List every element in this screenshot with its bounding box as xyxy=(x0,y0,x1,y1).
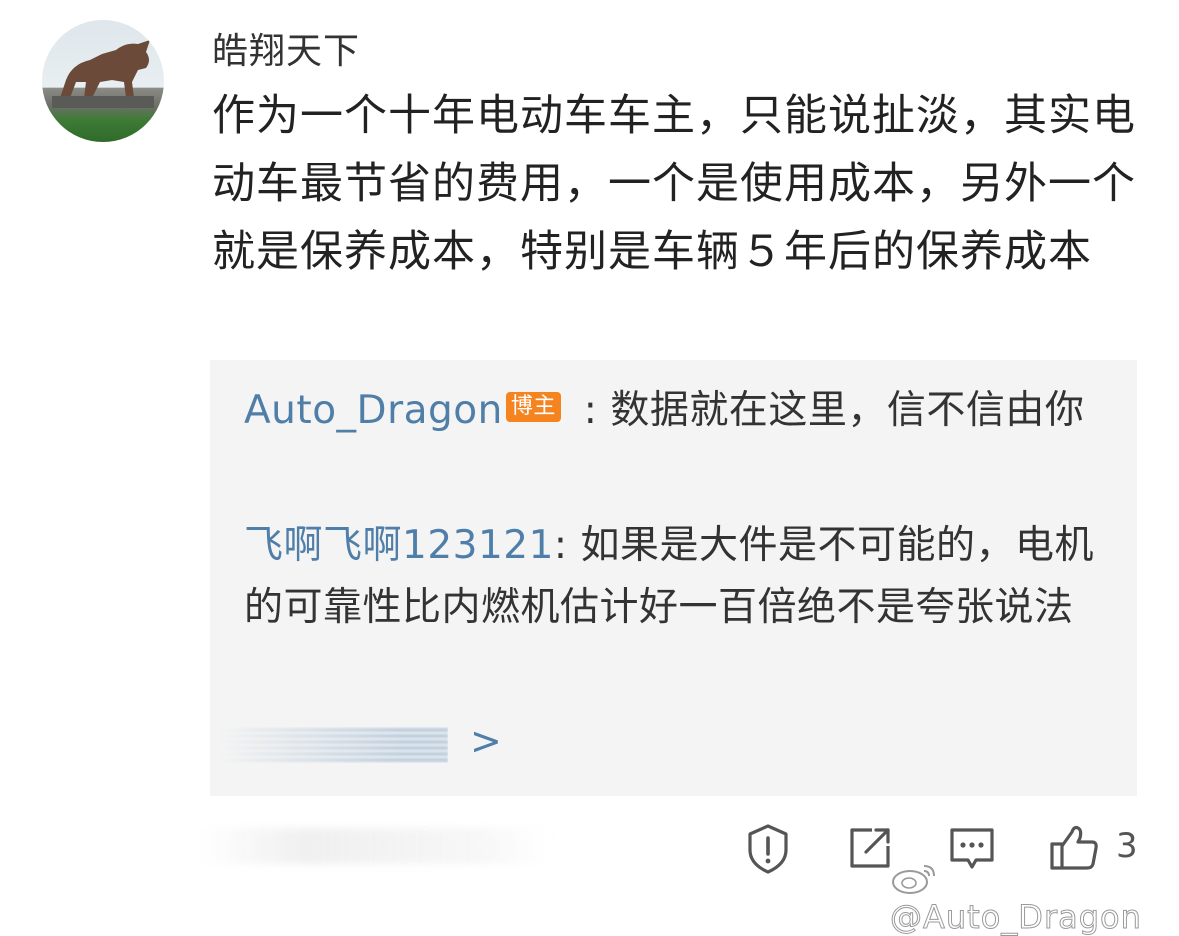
report-icon xyxy=(748,824,788,874)
comment-username[interactable]: 皓翔天下 xyxy=(212,22,360,74)
reply-text: 数据就在这里，信不信由你 xyxy=(610,388,1085,433)
reply-author[interactable]: 飞啊飞啊123121 xyxy=(244,523,554,568)
replies-panel: Auto_Dragon 博主 : 数据就在这里，信不信由你 飞啊飞啊123121:… xyxy=(210,360,1137,796)
avatar[interactable] xyxy=(42,20,164,142)
view-more-replies-link[interactable]: > xyxy=(218,715,518,775)
reply-author[interactable]: Auto_Dragon xyxy=(244,388,503,433)
report-button[interactable] xyxy=(740,820,796,876)
comment-text: 作为一个十年电动车车主，只能说扯淡，其实电动车最节省的费用，一个是使用成本，另外… xyxy=(212,91,1136,277)
reply-separator: : xyxy=(553,523,581,568)
watermark: @Auto_Dragon xyxy=(890,860,1179,936)
blurred-timestamp xyxy=(200,828,550,864)
blurred-text xyxy=(218,727,448,763)
reply-separator: : xyxy=(570,388,611,433)
chevron-right-icon: > xyxy=(470,719,502,763)
author-badge: 博主 xyxy=(505,392,561,422)
watermark-text: @Auto_Dragon xyxy=(890,898,1142,936)
reply-item: 飞啊飞啊123121: 如果是大件是不可能的，电机的可靠性比内燃机估计好一百倍绝… xyxy=(244,515,1114,639)
reply-item: Auto_Dragon 博主 : 数据就在这里，信不信由你 xyxy=(244,380,1114,442)
weibo-logo-icon xyxy=(892,865,935,894)
